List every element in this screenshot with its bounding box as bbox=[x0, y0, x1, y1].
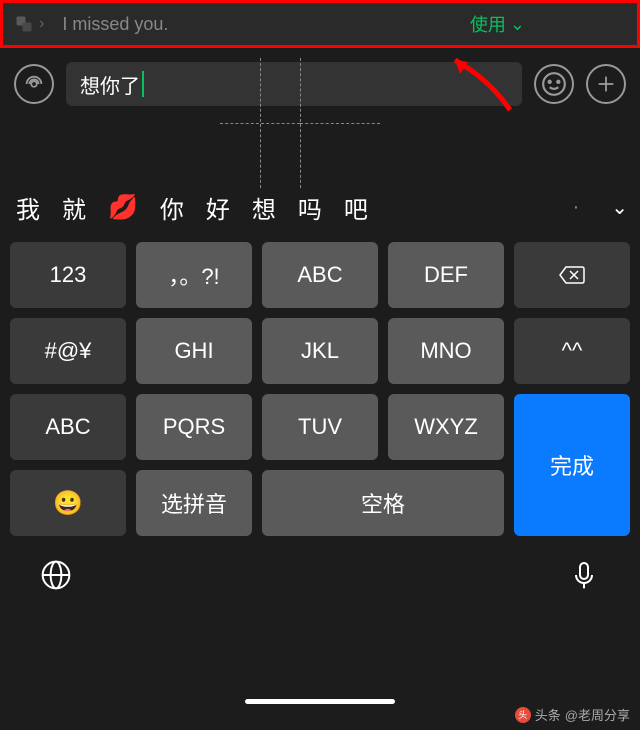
candidate-more: · bbox=[573, 196, 580, 219]
chevron-down-double-icon: ⌄ bbox=[510, 14, 525, 35]
key-abc-mode[interactable]: ABC bbox=[10, 394, 126, 460]
translate-icon bbox=[15, 15, 33, 33]
home-indicator[interactable] bbox=[245, 699, 395, 704]
candidate-item[interactable]: 吗 bbox=[298, 190, 322, 225]
watermark-logo-icon: 头 bbox=[515, 707, 531, 723]
key-abc[interactable]: ABC bbox=[262, 242, 378, 308]
key-punct[interactable]: ，。?! bbox=[136, 242, 252, 308]
key-123[interactable]: 123 bbox=[10, 242, 126, 308]
key-ghi[interactable]: GHI bbox=[136, 318, 252, 384]
emoji-button[interactable] bbox=[534, 64, 574, 104]
key-tuv[interactable]: TUV bbox=[262, 394, 378, 460]
backspace-icon bbox=[558, 265, 586, 285]
key-enter[interactable]: 完成 bbox=[514, 394, 630, 536]
key-kaomoji[interactable]: ^^ bbox=[514, 318, 630, 384]
globe-button[interactable] bbox=[40, 559, 72, 599]
key-emoji[interactable]: 😀 bbox=[10, 470, 126, 536]
expand-candidates-button[interactable]: ⌄ bbox=[611, 195, 628, 220]
candidate-item[interactable]: 你 bbox=[160, 190, 184, 225]
keyboard-bottom-row bbox=[0, 544, 640, 614]
key-jkl[interactable]: JKL bbox=[262, 318, 378, 384]
mic-button[interactable] bbox=[568, 559, 600, 599]
watermark-brand: 头条 bbox=[535, 705, 561, 724]
candidate-item[interactable]: 想 bbox=[252, 190, 276, 225]
candidate-item[interactable]: 好 bbox=[206, 190, 230, 225]
message-input[interactable]: 想你了 bbox=[66, 62, 522, 106]
key-mno[interactable]: MNO bbox=[388, 318, 504, 384]
candidate-item[interactable]: 吧 bbox=[344, 190, 368, 225]
key-backspace[interactable] bbox=[514, 242, 630, 308]
translation-text: I missed you. bbox=[62, 14, 470, 35]
message-input-row: 想你了 bbox=[0, 48, 640, 120]
use-translation-button[interactable]: 使用 ⌄ bbox=[470, 11, 525, 37]
watermark: 头 头条 @老周分享 bbox=[515, 705, 630, 724]
key-pqrs[interactable]: PQRS bbox=[136, 394, 252, 460]
key-pinyin-select[interactable]: 选拼音 bbox=[136, 470, 252, 536]
watermark-author: @老周分享 bbox=[565, 705, 630, 724]
candidate-item[interactable]: 💋 bbox=[108, 193, 138, 222]
globe-icon bbox=[40, 559, 72, 591]
candidate-item[interactable]: 我 bbox=[16, 190, 40, 225]
mic-icon bbox=[568, 559, 600, 591]
text-cursor bbox=[142, 71, 144, 97]
key-wxyz[interactable]: WXYZ bbox=[388, 394, 504, 460]
candidate-item[interactable]: 就 bbox=[62, 190, 86, 225]
key-def[interactable]: DEF bbox=[388, 242, 504, 308]
chevron-right-icon: › bbox=[39, 15, 44, 33]
add-button[interactable] bbox=[586, 64, 626, 104]
translation-bar: › I missed you. 使用 ⌄ bbox=[0, 0, 640, 48]
voice-input-button[interactable] bbox=[14, 64, 54, 104]
input-value: 想你了 bbox=[80, 70, 140, 99]
candidate-row: 我 就 💋 你 好 想 吗 吧 · ⌄ bbox=[0, 180, 640, 234]
key-space[interactable]: 空格 bbox=[262, 470, 504, 536]
use-label: 使用 bbox=[470, 11, 506, 37]
key-symbols[interactable]: #@¥ bbox=[10, 318, 126, 384]
keyboard: 123 ，。?! ABC DEF #@¥ GHI JKL MNO ^^ ABC … bbox=[0, 234, 640, 544]
